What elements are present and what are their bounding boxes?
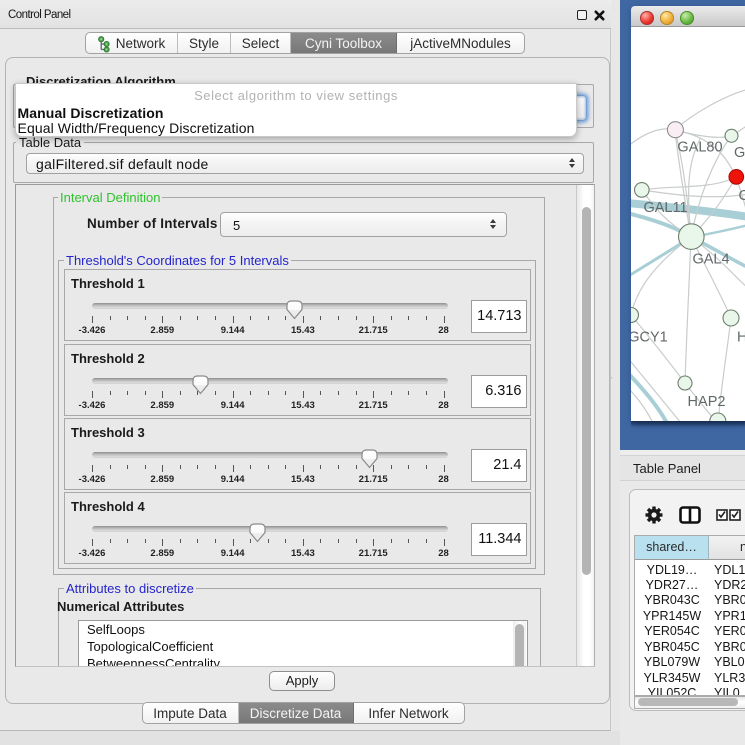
svg-text:GAL4: GAL4 [692,252,729,268]
svg-text:GA: GA [734,145,745,161]
svg-text:HAP2: HAP2 [688,394,726,410]
svg-text:C: C [739,188,745,204]
svg-text:H: H [737,330,745,346]
svg-text:GAL80: GAL80 [677,140,722,156]
svg-text:GAL11: GAL11 [643,200,687,216]
svg-text:GCY1: GCY1 [631,330,668,346]
